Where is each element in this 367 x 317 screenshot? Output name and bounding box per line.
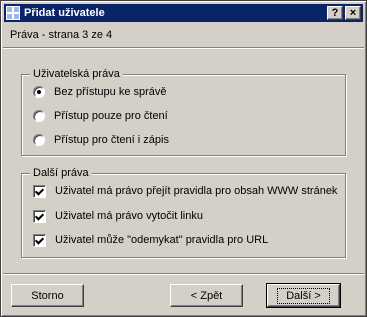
add-user-dialog: Přidat uživatele ? × Práva - strana 3 ze… [0,0,367,317]
next-button[interactable]: Další > [266,283,341,308]
user-rights-legend: Uživatelská práva [30,67,123,81]
close-button[interactable]: × [345,6,361,20]
radio-button[interactable] [33,86,45,98]
radio-read-only[interactable]: Přístup pouze pro čtení [33,108,168,124]
page-subtitle: Práva - strana 3 ze 4 [10,29,113,41]
radio-label: Přístup pouze pro čtení [54,110,168,122]
checkbox[interactable] [33,233,46,247]
next-button-label: Další > [277,287,330,304]
title-bar[interactable]: Přidat uživatele ? × [4,4,363,22]
checkbox-label: Uživatel může "odemykat" pravidla pro UR… [55,234,269,246]
cancel-button[interactable]: Storno [11,284,84,307]
radio-label: Přístup pro čtení i zápis [54,134,169,146]
checkbox[interactable] [33,209,46,223]
checkbox-label: Uživatel má právo přejít pravidla pro ob… [55,185,338,197]
radio-read-write[interactable]: Přístup pro čtení i zápis [33,132,169,148]
app-icon [6,6,20,20]
cancel-button-label: Storno [31,289,64,302]
header-divider [3,47,364,49]
user-rights-group: Uživatelská práva Bez přístupu ke správě… [21,67,346,156]
window-title: Přidat uživatele [24,7,105,19]
checkbox[interactable] [33,184,46,198]
checkbox-unlock-url-rules[interactable]: Uživatel může "odemykat" pravidla pro UR… [33,232,268,248]
help-button[interactable]: ? [327,6,343,20]
other-rights-legend: Další práva [30,166,92,180]
checkbox-bypass-web-rules[interactable]: Uživatel má právo přejít pravidla pro ob… [33,183,337,199]
back-button[interactable]: < Zpět [170,284,243,307]
radio-no-admin[interactable]: Bez přístupu ke správě [33,84,167,100]
footer-divider [3,273,364,275]
checkbox-label: Uživatel má právo vytočit linku [55,210,203,222]
radio-button[interactable] [33,134,45,146]
radio-label: Bez přístupu ke správě [54,86,167,98]
back-button-label: < Zpět [190,289,223,302]
checkbox-dial-line[interactable]: Uživatel má právo vytočit linku [33,208,203,224]
other-rights-group: Další práva Uživatel má právo přejít pra… [21,166,346,258]
radio-button[interactable] [33,110,45,122]
